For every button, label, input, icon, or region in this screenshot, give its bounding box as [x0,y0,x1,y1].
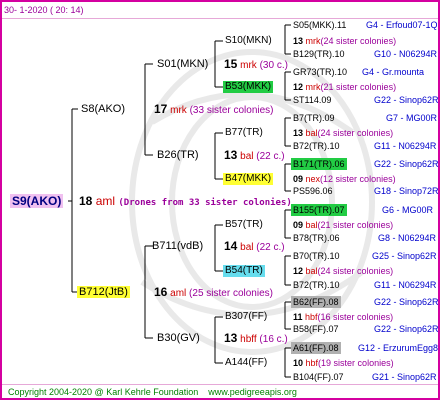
footer: Copyright 2004-2020 @ Karl Kehrle Founda… [8,386,297,398]
gen5-destination: G22 - Sinop62R [374,159,439,169]
gen4-node: B53(MKK) [223,81,274,93]
gen5-entry: B70(TR).10 [293,251,340,261]
gen5-entry: B171(TR).06 [291,158,347,170]
gen4-info: 12 mrk(21 sister colonies) [293,82,397,92]
gen5-destination: G12 - ErzurumEgg8 [358,343,439,353]
gen5-destination: G21 - Sinop62R [372,372,437,382]
gen5-entry: B129(TR).10 [293,49,345,59]
gen5-entry: GR73(TR).10 [293,67,348,77]
root-queen: S9(AKO) [10,194,64,208]
gen5-destination: G18 - Sinop72R [374,186,439,196]
gen5-entry: B72(TR).10 [293,141,340,151]
gen5-entry: B62(FF).08 [291,296,341,308]
gen5-entry: B104(FF).07 [293,372,344,382]
gen4-info: 13 bal(24 sister colonies) [293,128,394,138]
gen5-destination: G22 - Sinop62R [374,324,439,334]
pedigree-frame: 30- 1-2020 ( 20: 14) S9(AKO) 18 aml (Dro… [0,0,440,400]
report-date: 30- 1-2020 ( 20: 14) [4,5,84,15]
gen4-node: B77(TR) [225,127,263,138]
copyright-text: Copyright 2004-2020 @ Karl Kehrle Founda… [8,387,199,397]
gen3-node: S01(MKN) [157,58,209,70]
gen2-node: B712(JtB) [77,286,130,298]
gen5-destination: G11 - N06294R [374,141,437,151]
gen3-info: 13 hbff (16 c.) [224,331,288,345]
gen2-info: 17 mrk (33 sister colonies) [154,102,274,116]
gen4-info: 11 hbf(16 sister colonies) [293,312,394,322]
gen3-info: 13 bal (22 c.) [224,148,285,162]
gen3-node: B30(GV) [157,332,200,344]
gen3-info: 15 mrk (30 c.) [224,57,288,71]
gen4-info: 13 mrk(24 sister colonies) [293,36,397,46]
gen5-destination: G11 - N06294R [374,280,437,290]
gen4-node: B57(TR) [225,219,263,230]
gen4-node: B47(MKK) [223,173,274,185]
gen5-entry: B58(FF).07 [293,324,339,334]
gen3-info: 14 bal (22 c.) [224,239,285,253]
gen5-destination: G8 - N06294R [378,233,437,243]
gen4-node: S10(MKN) [225,35,272,46]
gen3-node: B26(TR) [157,149,199,161]
gen4-node: B54(TR) [223,265,265,277]
gen5-entry: B78(TR).06 [293,233,340,243]
root-num: 18 [79,194,93,208]
gen5-entry: S05(MKK).11 [293,20,347,30]
gen5-destination: G4 - Gr.mounta [362,67,425,77]
gen5-destination: G10 - N06294R [374,49,438,59]
gen5-destination: G25 - Sinop62R [372,251,437,261]
root-info: 18 aml (Drones from 33 sister colonies) [79,195,292,209]
gen5-destination: G7 - MG00R [386,113,438,123]
gen5-destination: G22 - Sinop62R [374,95,439,105]
gen5-entry: B155(TR).07 [291,204,347,216]
footer-divider [2,384,438,385]
root-drones-note: (Drones from 33 sister colonies) [118,198,292,208]
gen5-entry: ST114.09 [293,95,332,105]
gen2-node: S8(AKO) [81,103,126,115]
gen4-node: A144(FF) [225,357,268,368]
gen5-entry: A61(FF).08 [291,342,341,354]
site-link[interactable]: www.pedigreeapis.org [208,387,297,397]
gen2-info: 16 aml (25 sister colonies) [154,285,273,299]
gen5-destination: G22 - Sinop62R [374,297,439,307]
gen5-destination: G6 - MG00R [382,205,434,215]
gen4-info: 12 bal(24 sister colonies) [293,266,394,276]
gen5-entry: B7(TR).09 [293,113,335,123]
gen5-entry: PS596.06 [293,186,333,196]
gen4-info: 09 bal(21 sister colonies) [293,220,394,230]
gen5-destination: G4 - Erfoud07-1Q [366,20,438,30]
gen4-info: 10 hbf(19 sister colonies) [293,358,394,368]
root-code: aml [95,194,116,208]
gen4-info: 09 nex(12 sister colonies) [293,174,396,184]
gen4-node: B307(FF) [225,311,268,322]
gen5-entry: B72(TR).10 [293,280,340,290]
gen3-node: B711(vdB) [152,240,204,252]
